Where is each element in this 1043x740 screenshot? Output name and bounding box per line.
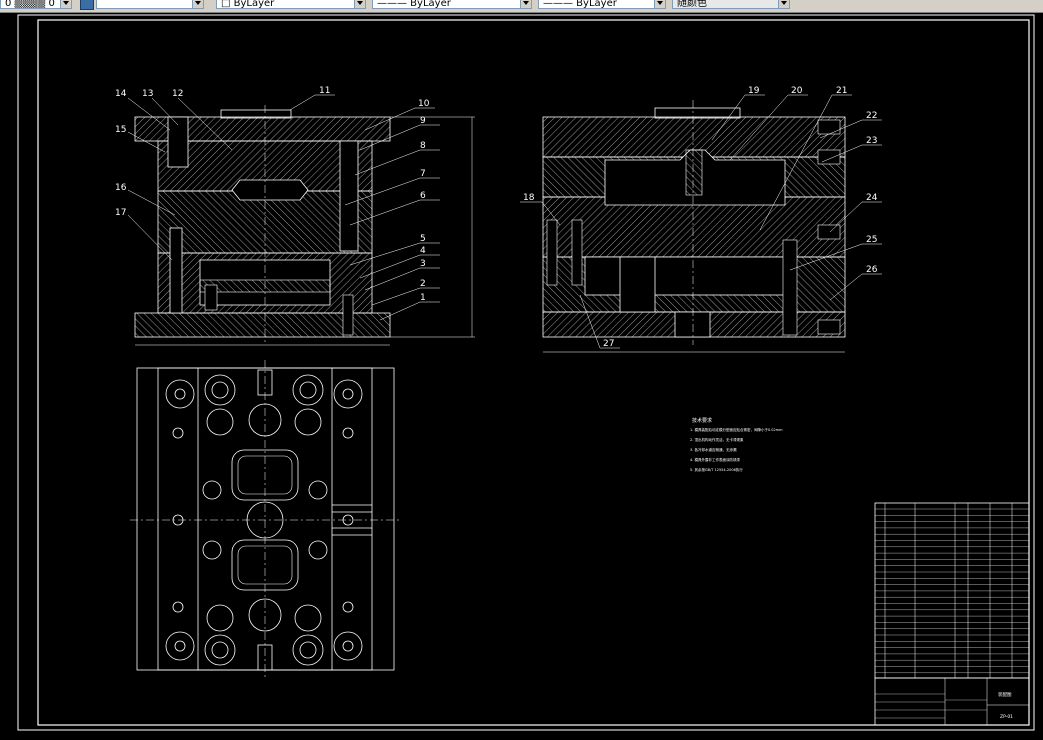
color-dropdown[interactable]: □ ByLayer [216,0,366,9]
linetype-dropdown[interactable]: ——— ByLayer [372,0,532,9]
title-block: 装配图 ZP-01 [874,677,1030,726]
chevron-down-icon[interactable] [60,0,71,8]
part-label-22: 22 [866,111,877,121]
part-label-12: 12 [172,89,183,99]
title-block-name: 装配图 [998,691,1012,698]
color-value: □ ByLayer [221,0,275,9]
plan-view [130,360,400,680]
cad-drawing: 1 2 3 4 5 6 7 8 9 10 11 12 13 14 15 16 1… [17,14,1035,731]
part-label-11: 11 [319,86,330,96]
part-label-4: 4 [420,246,426,256]
drawing-canvas[interactable]: 1 2 3 4 5 6 7 8 9 10 11 12 13 14 15 16 1… [0,13,1043,736]
layer-value: 0 ▒▒▒▒ 0 [5,0,55,9]
part-label-8: 8 [420,141,426,151]
part-label-7: 7 [420,169,426,179]
lineweight-value: ——— ByLayer [543,0,617,9]
tech-note: 2. 顶出机构动作灵活，无卡滞现象 [690,437,744,442]
linetype-value: ——— ByLayer [377,0,451,9]
part-label-18: 18 [523,193,535,203]
part-label-17: 17 [115,208,126,218]
tech-note: 1. 模具装配后动定模分型面应贴合紧密，间隙小于0.02mm [690,427,783,432]
chevron-down-icon[interactable] [654,0,665,8]
chevron-down-icon[interactable] [192,0,203,8]
part-label-14: 14 [115,89,127,99]
chevron-down-icon[interactable] [520,0,531,8]
part-label-6: 6 [420,191,426,201]
section-view-right [542,100,846,353]
tech-note: 5. 其余按GB/T 12554-2006执行 [690,467,743,472]
part-label-3: 3 [420,259,426,269]
layer-select[interactable] [96,0,204,9]
chevron-down-icon[interactable] [778,0,789,8]
layer-manager-icon[interactable] [80,0,94,10]
parts-list-table [874,502,1030,679]
part-label-15: 15 [115,125,126,135]
plotstyle-value: 随颜色 [677,0,707,9]
part-label-20: 20 [791,86,803,96]
technical-notes: 技术要求 1. 模具装配后动定模分型面应贴合紧密，间隙小于0.02mm 2. 顶… [690,417,783,472]
part-label-5: 5 [420,234,426,244]
part-label-10: 10 [418,99,430,109]
part-label-26: 26 [866,265,878,275]
part-label-23: 23 [866,136,877,146]
part-label-1: 1 [420,293,426,303]
tech-note: 3. 各冷却水道应畅通，无渗漏 [690,447,737,452]
tech-notes-title: 技术要求 [692,417,712,424]
title-block-code: ZP-01 [1000,714,1013,720]
part-label-9: 9 [420,116,426,126]
part-label-24: 24 [866,193,878,203]
part-label-25: 25 [866,235,877,245]
part-label-2: 2 [420,279,426,289]
part-label-21: 21 [836,86,847,96]
part-label-16: 16 [115,183,127,193]
part-label-19: 19 [748,86,760,96]
properties-toolbar: 0 ▒▒▒▒ 0 □ ByLayer ——— ByLayer ——— ByLay… [0,0,1043,13]
part-label-27: 27 [603,339,614,349]
part-label-13: 13 [142,89,153,99]
lineweight-dropdown[interactable]: ——— ByLayer [538,0,666,9]
plotstyle-dropdown[interactable]: 随颜色 [672,0,790,9]
chevron-down-icon[interactable] [354,0,365,8]
layer-dropdown[interactable]: 0 ▒▒▒▒ 0 [0,0,72,9]
tech-note: 4. 模具外露非工作表面涂防锈漆 [690,457,740,462]
